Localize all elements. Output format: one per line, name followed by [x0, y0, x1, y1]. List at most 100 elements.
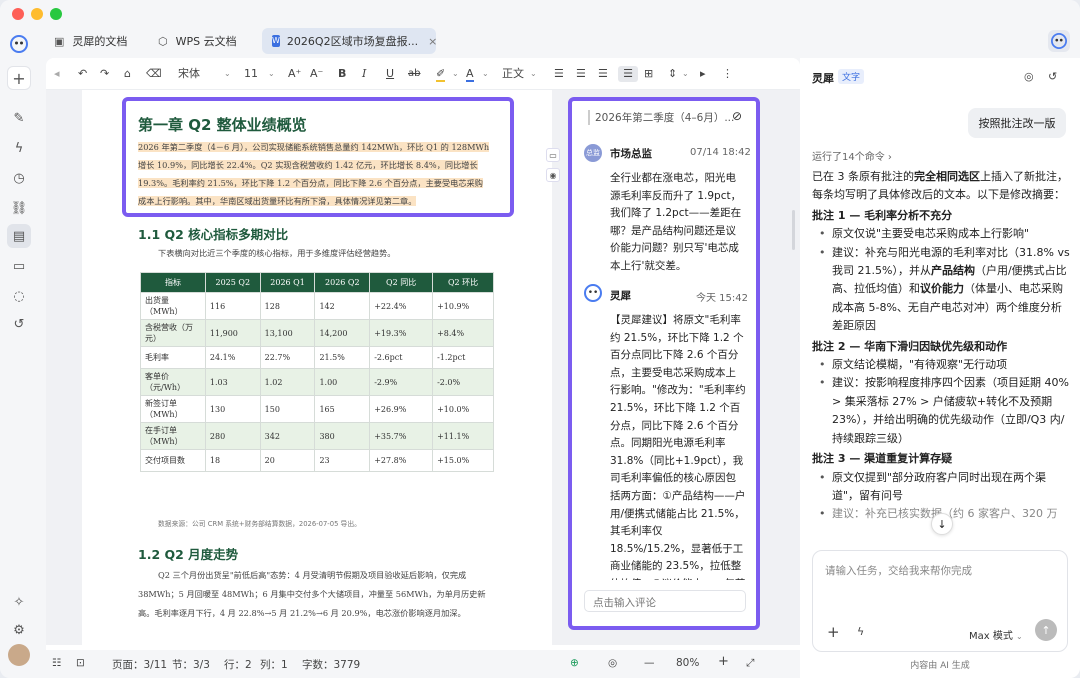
highlighted-text[interactable]: 2026 年第二季度（4－6 月），公司实现储能系统销售总量约 142MWh，环…: [138, 142, 490, 206]
highlighted-paragraph[interactable]: 2026 年第二季度（4－6 月），公司实现储能系统销售总量约 142MWh，环…: [138, 138, 490, 210]
table-cell[interactable]: 1.02: [259, 368, 316, 396]
table-cell[interactable]: 116: [204, 292, 261, 320]
bold-icon[interactable]: B: [338, 66, 346, 82]
table-cell[interactable]: 交付项目数: [140, 449, 206, 472]
increase-font-icon[interactable]: A⁺: [288, 66, 301, 82]
document-icon[interactable]: ▤: [7, 224, 31, 248]
table-cell[interactable]: +27.8%: [369, 449, 434, 472]
align-center-icon[interactable]: ☰: [576, 66, 586, 82]
table-cell[interactable]: 130: [204, 395, 261, 423]
table-cell[interactable]: 在手订单（MWh）: [140, 422, 206, 450]
comment-text[interactable]: 【灵犀建议】将原文"毛利率约 21.5%，环比下降 1.2 个百分点同比下降 2…: [610, 312, 746, 580]
resolve-check-icon[interactable]: ⊘: [732, 109, 742, 123]
table-cell[interactable]: -1.2pct: [432, 346, 494, 369]
table-cell[interactable]: 客单价（元/Wh）: [140, 368, 206, 396]
user-avatar[interactable]: [8, 644, 30, 666]
scrollbar-thumb[interactable]: [792, 210, 795, 250]
table-cell[interactable]: +10.9%: [432, 292, 494, 320]
table-cell[interactable]: +10.0%: [432, 395, 494, 423]
more-toolbar-icon[interactable]: ▸: [700, 66, 706, 82]
ai-task-input[interactable]: 请输入任务，交给我来帮你完成 + ϟ Max 模式 ⌄ ↑: [812, 550, 1068, 652]
table-intro[interactable]: 下表横向对比近三个季度的核心指标，用于多维度评估经营趋势。: [158, 244, 395, 263]
pen-icon[interactable]: ✎: [7, 106, 31, 130]
table-cell[interactable]: 128: [259, 292, 316, 320]
zoom-level[interactable]: 80%: [676, 657, 699, 669]
outline-icon[interactable]: ☷: [52, 657, 61, 669]
tab-wps-cloud[interactable]: ⬡ WPS 云文档: [148, 28, 247, 54]
clock-icon[interactable]: ◷: [7, 166, 31, 190]
comment-marker-icon[interactable]: ▭: [546, 148, 560, 162]
table-cell[interactable]: 1.03: [204, 368, 261, 396]
table-cell[interactable]: -2.9%: [369, 368, 434, 396]
table-cell[interactable]: 142: [314, 292, 371, 320]
add-attachment-icon[interactable]: +: [827, 623, 840, 641]
table-cell[interactable]: +35.7%: [369, 422, 434, 450]
table-cell[interactable]: +26.9%: [369, 395, 434, 423]
sync-status-icon[interactable]: ⊕: [570, 657, 579, 669]
chevron-down-icon[interactable]: ⌄: [682, 66, 689, 82]
comment-text[interactable]: 全行业都在涨电芯，阳光电源毛利率反而升了 1.9pct，我们降了 1.2pct—…: [610, 170, 746, 276]
link-icon[interactable]: ⛓: [7, 196, 31, 220]
chevron-down-icon[interactable]: ⌄: [452, 66, 459, 82]
table-cell[interactable]: 11,900: [204, 319, 261, 347]
page-view-icon[interactable]: ⊡: [76, 657, 85, 669]
format-painter-icon[interactable]: ⌂: [124, 66, 131, 82]
table-cell[interactable]: 280: [204, 422, 261, 450]
table-cell[interactable]: 23: [314, 449, 371, 472]
zoom-out-icon[interactable]: —: [644, 657, 655, 669]
skill-bolt-icon[interactable]: ϟ: [857, 625, 864, 638]
table-cell[interactable]: 14,200: [314, 319, 371, 347]
font-size-select[interactable]: 11 ⌄: [244, 66, 278, 82]
close-tab-icon[interactable]: ×: [428, 35, 437, 48]
settings-gear-icon[interactable]: ⚙: [7, 618, 31, 642]
eraser-icon[interactable]: ⌫: [146, 66, 162, 82]
table-cell[interactable]: +22.4%: [369, 292, 434, 320]
table-cell[interactable]: 342: [259, 422, 316, 450]
new-plus-icon[interactable]: +: [7, 66, 31, 90]
table-cell[interactable]: 24.1%: [204, 346, 261, 369]
chevron-down-icon[interactable]: ⌄: [482, 66, 489, 82]
bolt-icon[interactable]: ϟ: [7, 136, 31, 160]
scroll-down-arrow-icon[interactable]: ↓: [931, 513, 953, 535]
chat-icon[interactable]: ◌: [7, 284, 31, 308]
folder-icon[interactable]: ▭: [7, 254, 31, 278]
table-cell[interactable]: 380: [314, 422, 371, 450]
ai-marker-icon[interactable]: ◉: [546, 168, 560, 182]
undo-icon[interactable]: ↶: [78, 66, 87, 82]
font-color-icon[interactable]: A: [466, 66, 474, 82]
italic-icon[interactable]: I: [362, 66, 366, 82]
table-cell[interactable]: -2.6pct: [369, 346, 434, 369]
table-cell[interactable]: 含税营收（万元）: [140, 319, 206, 347]
strikethrough-icon[interactable]: ab: [408, 66, 420, 82]
comment-input[interactable]: 点击输入评论: [584, 590, 746, 612]
target-icon[interactable]: ◎: [1024, 70, 1034, 83]
eye-icon[interactable]: ◎: [608, 657, 617, 669]
chapter-heading[interactable]: 第一章 Q2 整体业绩概览: [138, 114, 307, 135]
table-cell[interactable]: +19.3%: [369, 319, 434, 347]
table-cell[interactable]: 1.00: [314, 368, 371, 396]
table-cell[interactable]: 出货量（MWh）: [140, 292, 206, 320]
minimize-window-button[interactable]: [31, 8, 43, 20]
table-cell[interactable]: -2.0%: [432, 368, 494, 396]
commands-run-toggle[interactable]: 运行了14个命令 ›: [812, 148, 892, 163]
collapse-left-icon[interactable]: ◂: [54, 66, 60, 82]
underline-icon[interactable]: U: [386, 66, 394, 82]
distributed-align-icon[interactable]: ⊞: [644, 66, 653, 82]
align-left-icon[interactable]: ☰: [554, 66, 564, 82]
send-arrow-icon[interactable]: ↑: [1035, 619, 1057, 641]
align-right-icon[interactable]: ☰: [598, 66, 608, 82]
table-cell[interactable]: 18: [204, 449, 261, 472]
font-name-select[interactable]: 宋体 ⌄: [178, 66, 232, 82]
more-menu-icon[interactable]: ⋮: [722, 66, 733, 82]
close-window-button[interactable]: [12, 8, 24, 20]
monthly-trend-paragraph[interactable]: Q2 三个月份出货呈"前低后高"态势：4 月受清明节假期及项目验收延后影响，仅完…: [138, 566, 496, 623]
highlight-color-icon[interactable]: ✐: [436, 66, 446, 82]
table-cell[interactable]: 20: [259, 449, 316, 472]
history-icon[interactable]: ↺: [1048, 70, 1057, 83]
table-cell[interactable]: 毛利率: [140, 346, 206, 369]
redo-icon[interactable]: ↷: [100, 66, 109, 82]
table-cell[interactable]: 13,100: [259, 319, 316, 347]
table-cell[interactable]: +8.4%: [432, 319, 494, 347]
history-icon[interactable]: ↺: [7, 312, 31, 336]
table-cell[interactable]: 165: [314, 395, 371, 423]
